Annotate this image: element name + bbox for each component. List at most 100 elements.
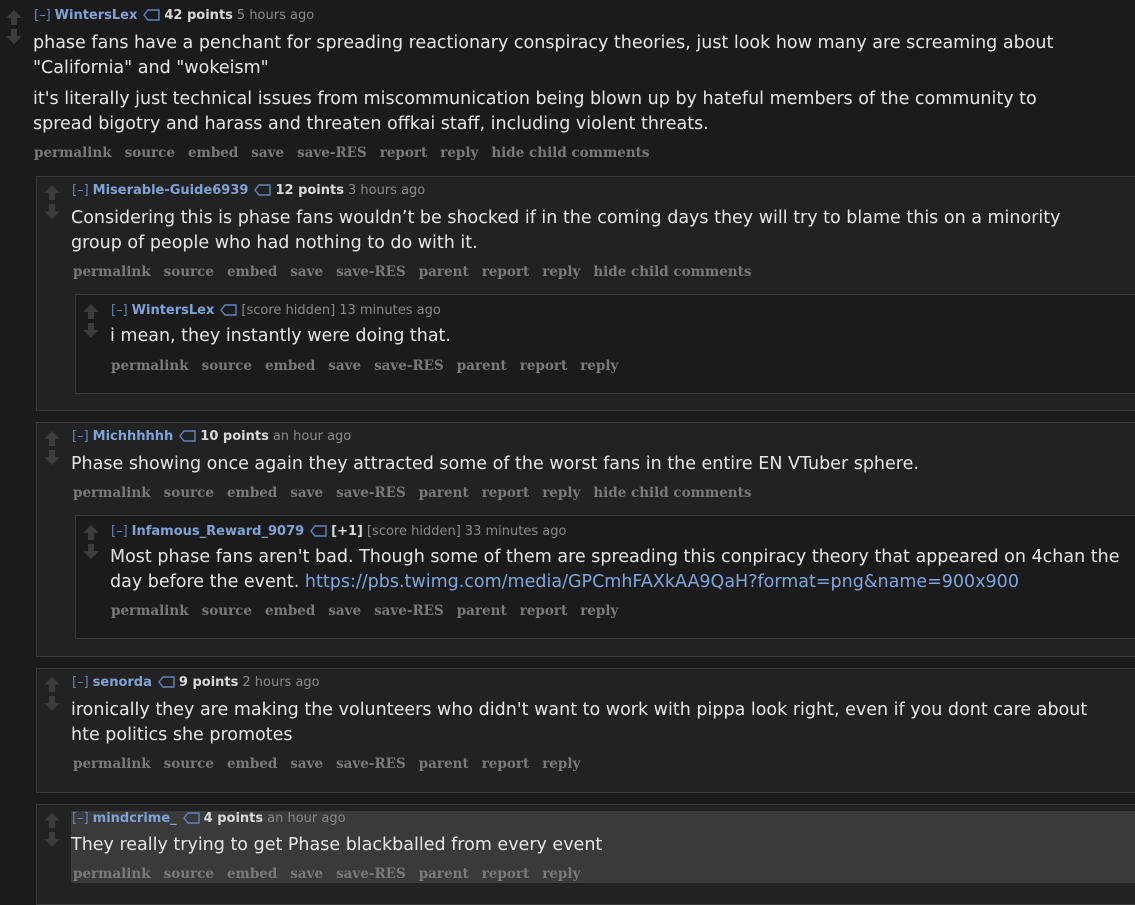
reply-button[interactable]: reply xyxy=(542,866,580,882)
permalink-button[interactable]: permalink xyxy=(34,145,112,161)
hide-child-comments-button[interactable]: hide child comments xyxy=(593,485,751,501)
embed-button[interactable]: embed xyxy=(265,358,315,374)
embed-button[interactable]: embed xyxy=(227,866,277,882)
downvote-arrow-icon[interactable] xyxy=(81,541,103,563)
timestamp: an hour ago xyxy=(272,429,352,444)
collapse-toggle[interactable]: [–] xyxy=(72,429,89,444)
author-link[interactable]: WintersLex xyxy=(55,8,138,23)
tag-icon[interactable] xyxy=(182,812,201,829)
save-button[interactable]: save xyxy=(290,866,323,882)
save-button[interactable]: save xyxy=(290,485,323,501)
report-button[interactable]: report xyxy=(482,756,530,772)
collapse-toggle[interactable]: [–] xyxy=(72,183,89,198)
author-link[interactable]: senorda xyxy=(93,675,152,690)
tag-icon[interactable] xyxy=(157,676,176,693)
source-button[interactable]: source xyxy=(164,866,214,882)
embed-button[interactable]: embed xyxy=(227,264,277,280)
save-res-button[interactable]: save-RES xyxy=(336,866,406,882)
tag-icon[interactable] xyxy=(220,304,238,321)
score-hidden: [score hidden] xyxy=(241,303,336,318)
reply-button[interactable]: reply xyxy=(542,756,580,772)
report-button[interactable]: report xyxy=(520,358,568,374)
parent-button[interactable]: parent xyxy=(419,485,469,501)
tag-icon[interactable] xyxy=(254,184,272,201)
save-button[interactable]: save xyxy=(328,358,361,374)
reply-button[interactable]: reply xyxy=(542,485,580,501)
downvote-arrow-icon[interactable] xyxy=(42,693,64,715)
report-button[interactable]: report xyxy=(482,866,530,882)
tag-icon[interactable] xyxy=(143,9,161,26)
timestamp: 3 hours ago xyxy=(347,183,426,198)
source-button[interactable]: source xyxy=(202,358,252,374)
source-button[interactable]: source xyxy=(202,603,252,619)
permalink-button[interactable]: permalink xyxy=(111,358,189,374)
source-button[interactable]: source xyxy=(164,264,214,280)
comment-text: Phase showing once again they attracted … xyxy=(71,454,919,474)
report-button[interactable]: report xyxy=(380,145,428,161)
score-hidden: [score hidden] xyxy=(366,524,461,539)
comment-body: Phase showing once again they attracted … xyxy=(71,452,1111,477)
downvote-arrow-icon[interactable] xyxy=(4,26,26,48)
parent-button[interactable]: parent xyxy=(419,866,469,882)
collapse-toggle[interactable]: [–] xyxy=(111,303,128,318)
parent-button[interactable]: parent xyxy=(457,358,507,374)
save-res-button[interactable]: save-RES xyxy=(374,358,444,374)
tag-icon[interactable] xyxy=(310,525,328,542)
author-link[interactable]: WintersLex xyxy=(132,303,215,318)
save-button[interactable]: save xyxy=(290,756,323,772)
downvote-arrow-icon[interactable] xyxy=(81,320,103,342)
source-button[interactable]: source xyxy=(164,485,214,501)
save-button[interactable]: save xyxy=(328,603,361,619)
author-link[interactable]: mindcrime_ xyxy=(93,811,177,826)
collapse-toggle[interactable]: [–] xyxy=(34,8,51,23)
permalink-button[interactable]: permalink xyxy=(73,264,151,280)
parent-button[interactable]: parent xyxy=(419,756,469,772)
collapse-toggle[interactable]: [–] xyxy=(111,524,128,539)
embed-button[interactable]: embed xyxy=(265,603,315,619)
report-button[interactable]: report xyxy=(482,485,530,501)
hide-child-comments-button[interactable]: hide child comments xyxy=(593,264,751,280)
comment-text: They really trying to get Phase blackbal… xyxy=(71,835,603,855)
author-link[interactable]: Infamous_Reward_9079 xyxy=(132,524,305,539)
permalink-button[interactable]: permalink xyxy=(73,756,151,772)
permalink-button[interactable]: permalink xyxy=(111,603,189,619)
collapse-toggle[interactable]: [–] xyxy=(72,811,89,826)
source-button[interactable]: source xyxy=(125,145,175,161)
report-button[interactable]: report xyxy=(520,603,568,619)
downvote-arrow-icon[interactable] xyxy=(42,447,64,469)
downvote-arrow-icon[interactable] xyxy=(42,829,64,851)
reply-button[interactable]: reply xyxy=(542,264,580,280)
tag-icon[interactable] xyxy=(179,430,197,447)
comment-text: Considering this is phase fans wouldn’t … xyxy=(71,208,1061,253)
save-button[interactable]: save xyxy=(290,264,323,280)
parent-button[interactable]: parent xyxy=(419,264,469,280)
collapse-toggle[interactable]: [–] xyxy=(72,675,89,690)
image-link[interactable]: https://pbs.twimg.com/media/GPCmhFAXkAA9… xyxy=(305,572,1019,592)
reply-button[interactable]: reply xyxy=(580,603,618,619)
save-button[interactable]: save xyxy=(251,145,284,161)
embed-button[interactable]: embed xyxy=(188,145,238,161)
downvote-arrow-icon[interactable] xyxy=(42,201,64,223)
comment-body: Considering this is phase fans wouldn’t … xyxy=(71,206,1091,256)
save-res-button[interactable]: save-RES xyxy=(336,756,406,772)
source-button[interactable]: source xyxy=(164,756,214,772)
comment-actions: permalink source embed save save-RES parent re… xyxy=(73,866,593,882)
parent-button[interactable]: parent xyxy=(457,603,507,619)
report-button[interactable]: report xyxy=(482,264,530,280)
comment-tagline: [–] WintersLex [score hidden] 13 minutes ag… xyxy=(111,303,441,321)
save-res-button[interactable]: save-RES xyxy=(336,485,406,501)
reply-button[interactable]: reply xyxy=(440,145,478,161)
embed-button[interactable]: embed xyxy=(227,756,277,772)
embed-button[interactable]: embed xyxy=(227,485,277,501)
save-res-button[interactable]: save-RES xyxy=(374,603,444,619)
reply-button[interactable]: reply xyxy=(580,358,618,374)
comment-paragraph: it's literally just technical issues fro… xyxy=(33,89,1037,134)
permalink-button[interactable]: permalink xyxy=(73,485,151,501)
save-res-button[interactable]: save-RES xyxy=(336,264,406,280)
save-res-button[interactable]: save-RES xyxy=(297,145,367,161)
author-link[interactable]: Michhhhhh xyxy=(93,429,174,444)
hide-child-comments-button[interactable]: hide child comments xyxy=(491,145,649,161)
author-link[interactable]: Miserable-Guide6939 xyxy=(93,183,249,198)
permalink-button[interactable]: permalink xyxy=(73,866,151,882)
vote-column xyxy=(81,302,103,342)
